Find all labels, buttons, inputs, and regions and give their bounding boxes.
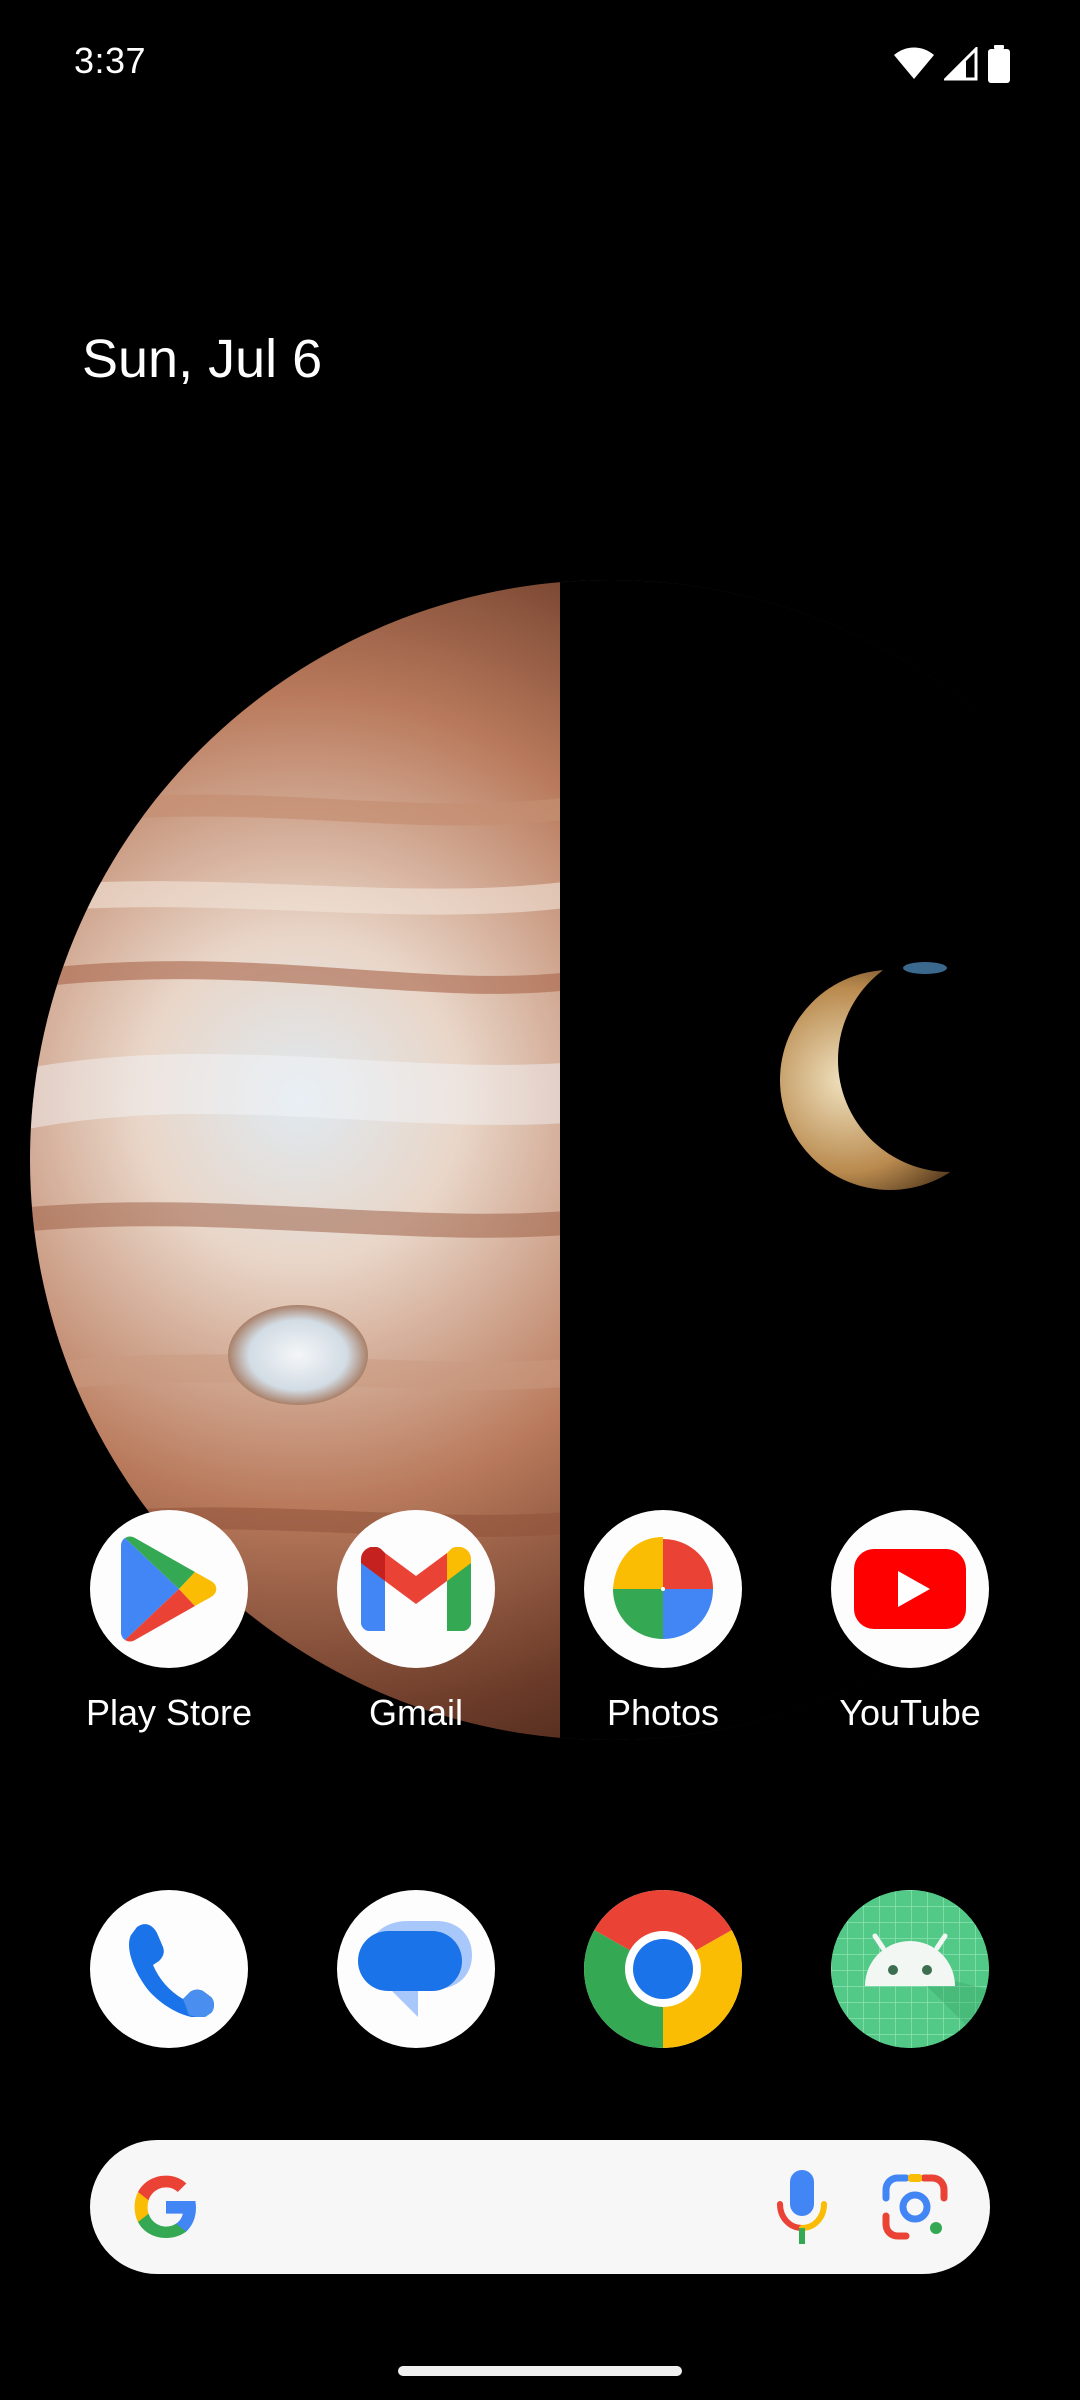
dock-android[interactable] bbox=[810, 1890, 1010, 2048]
status-icons bbox=[894, 44, 1010, 84]
app-youtube[interactable]: YouTube bbox=[810, 1510, 1010, 1734]
youtube-icon bbox=[831, 1510, 989, 1668]
dock-messages[interactable] bbox=[316, 1890, 516, 2048]
android-icon bbox=[831, 1890, 989, 2048]
gesture-nav-handle[interactable] bbox=[398, 2366, 682, 2376]
wifi-icon bbox=[894, 47, 934, 79]
battery-icon bbox=[988, 45, 1010, 83]
status-time: 3:37 bbox=[74, 40, 147, 81]
app-label: YouTube bbox=[839, 1692, 981, 1733]
gmail-icon bbox=[337, 1510, 495, 1668]
dock-phone[interactable] bbox=[69, 1890, 269, 2048]
status-bar: 3:37 bbox=[0, 0, 1080, 120]
phone-icon bbox=[90, 1890, 248, 2048]
microphone-icon[interactable] bbox=[774, 2168, 830, 2248]
chrome-icon bbox=[584, 1890, 742, 2048]
app-label: Photos bbox=[606, 1692, 720, 1733]
app-play-store[interactable]: Play Store bbox=[69, 1510, 269, 1734]
home-screen: 3:37 Sun, Jul 6 Play Store Gmail Photos … bbox=[0, 0, 1080, 2400]
cellular-signal-icon bbox=[944, 47, 978, 81]
app-photos[interactable]: Photos bbox=[563, 1510, 763, 1734]
lens-icon[interactable] bbox=[880, 2172, 950, 2242]
photos-icon bbox=[584, 1510, 742, 1668]
play-store-icon bbox=[90, 1510, 248, 1668]
google-logo-icon bbox=[134, 2175, 196, 2238]
date-widget[interactable]: Sun, Jul 6 bbox=[82, 328, 322, 390]
app-gmail[interactable]: Gmail bbox=[316, 1510, 516, 1734]
app-label: Play Store bbox=[85, 1692, 253, 1733]
dock-chrome[interactable] bbox=[563, 1890, 763, 2048]
google-search-bar[interactable] bbox=[90, 2140, 990, 2274]
messages-icon bbox=[337, 1890, 495, 2048]
app-label: Gmail bbox=[368, 1692, 463, 1733]
